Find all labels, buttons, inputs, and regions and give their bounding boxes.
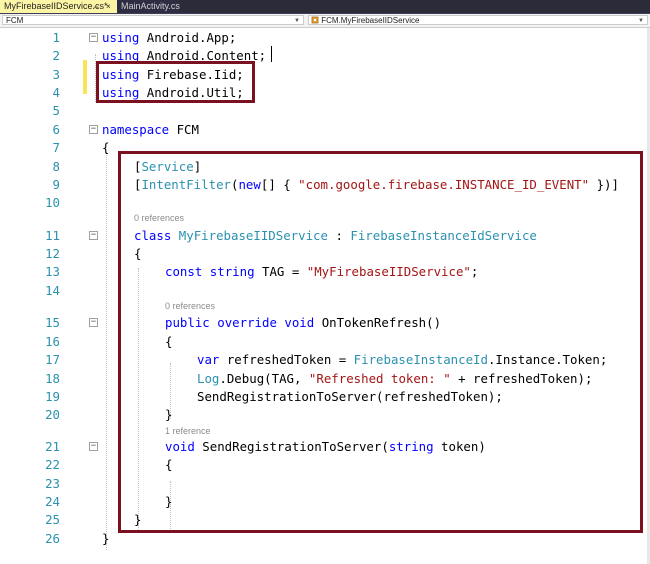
line-number: 23 [45,476,60,491]
collapse-icon[interactable]: − [89,231,98,240]
line-number: 24 [45,494,60,509]
member-label: FCM.MyFirebaseIIDService [321,16,420,25]
line-number: 21 [45,439,60,454]
dropdown-arrow-icon: ▼ [638,18,644,24]
collapse-icon[interactable]: − [89,125,98,134]
member-dropdown[interactable]: FCM.MyFirebaseIIDService ▼ [308,15,648,25]
document-tab-bar: MyFirebaseIIDService.cs* ⇔ × MainActivit… [0,0,650,14]
line-number: 18 [45,371,60,386]
line-number: 16 [45,334,60,349]
navigation-bar: FCM ▼ FCM.MyFirebaseIIDService ▼ [0,14,650,28]
highlight-box-usings [96,61,255,103]
line-number: 4 [52,85,60,100]
line-number: 6 [52,122,60,137]
line-number: 3 [52,67,60,82]
code-token: } [102,531,110,546]
line-number: 22 [45,457,60,472]
dropdown-arrow-icon: ▼ [294,18,300,24]
line-number: 2 [52,48,60,63]
project-dropdown[interactable]: FCM ▼ [2,15,304,25]
line-number: 25 [45,512,60,527]
highlight-box-service-class [118,151,643,533]
code-text: } [102,529,109,548]
tab-myfirebaseiidservice[interactable]: MyFirebaseIIDService.cs* ⇔ × [0,0,117,13]
line-number: 11 [45,228,60,243]
keyword-token: namespace [102,122,170,137]
line-number: 13 [45,264,60,279]
line-number: 10 [45,195,60,210]
line-number: 12 [45,246,60,261]
code-token: { [102,140,110,155]
line-number: 19 [45,389,60,404]
close-icon[interactable]: × [106,0,111,13]
line-number: 20 [45,407,60,422]
keyword-token: using [102,30,140,45]
line-number: 15 [45,315,60,330]
line-number: 14 [45,283,60,298]
text-caret [271,46,272,62]
code-text: using Android.App; [102,28,236,47]
line-number: 5 [52,103,60,118]
line-number: 17 [45,352,60,367]
code-line[interactable]: 5 [0,101,650,120]
line-number: 9 [52,177,60,192]
pin-icon[interactable]: ⇔ [92,0,100,13]
tab-label: MainActivity.cs [121,1,180,11]
code-token: FCM [169,122,199,137]
tab-mainactivity[interactable]: MainActivity.cs [117,0,180,13]
line-number: 7 [52,140,60,155]
collapse-icon[interactable]: − [89,318,98,327]
code-token: Android.App; [139,30,237,45]
code-text: { [102,138,109,157]
line-number: 26 [45,531,60,546]
line-number: 8 [52,159,60,174]
project-label: FCM [6,16,24,25]
code-text: namespace FCM [102,120,199,139]
line-number: 1 [52,30,60,45]
class-icon [311,16,319,24]
collapse-icon[interactable]: − [89,442,98,451]
collapse-icon[interactable]: − [89,33,98,42]
